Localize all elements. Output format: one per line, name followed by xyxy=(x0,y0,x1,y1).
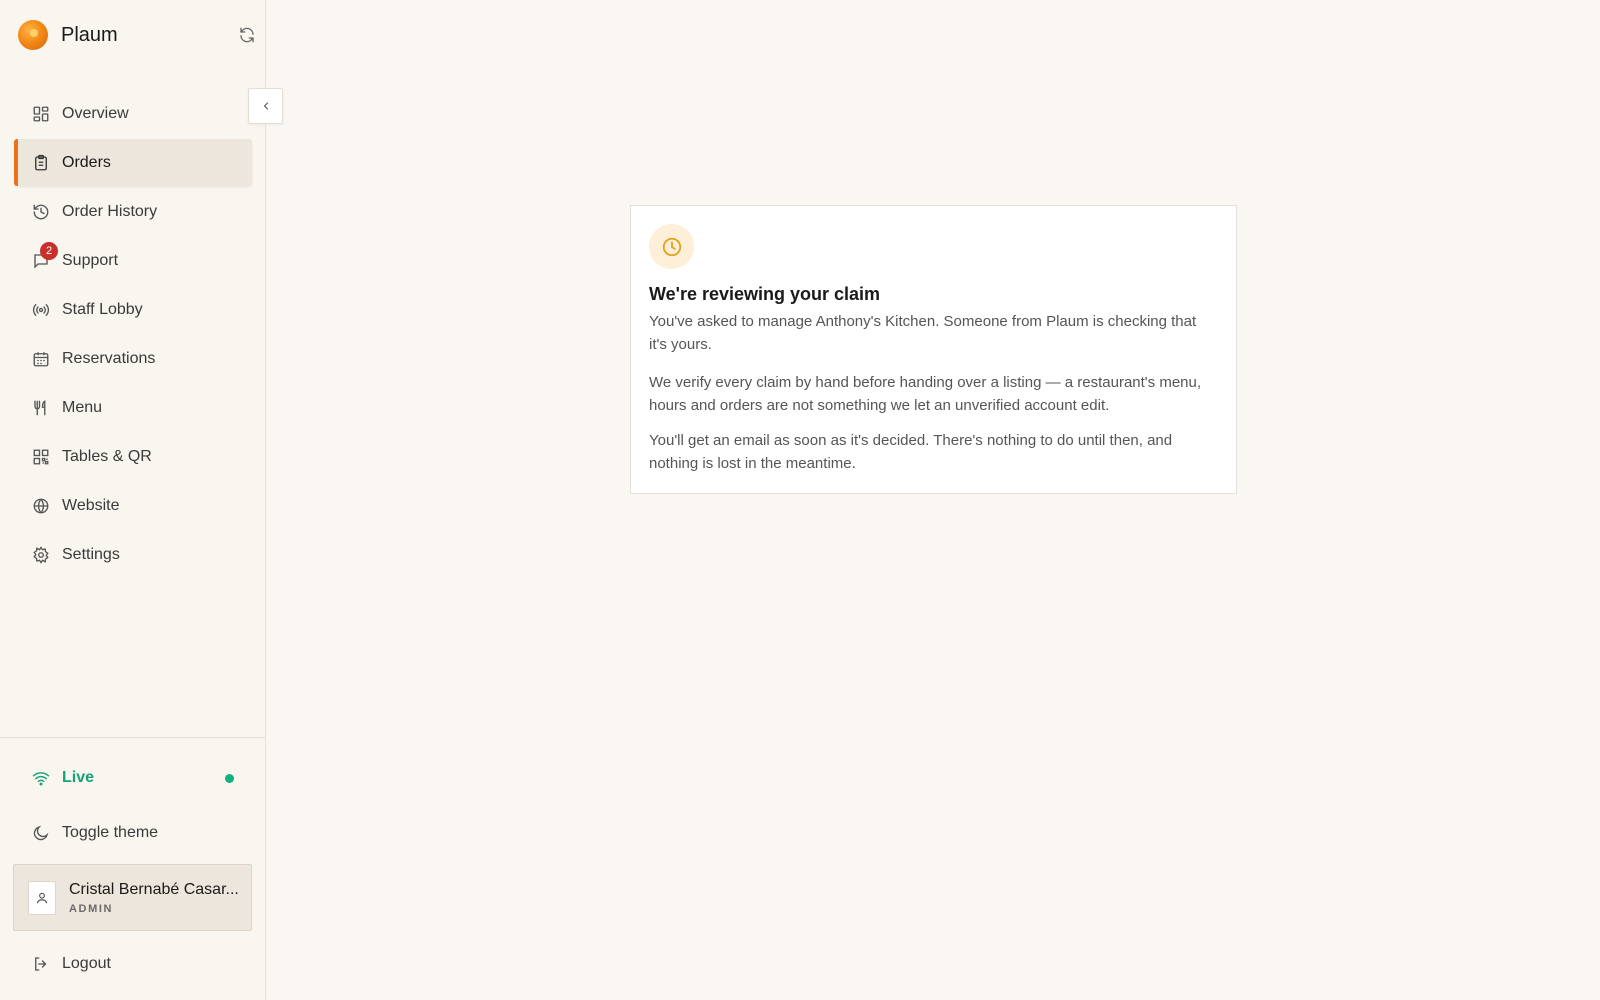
toggle-theme-label: Toggle theme xyxy=(62,824,159,841)
sidebar-nav: Overview Orders Order History 2 Support xyxy=(14,90,252,580)
utensils-icon xyxy=(32,399,50,417)
sidebar-item-label: Reservations xyxy=(62,349,156,367)
refresh-icon xyxy=(240,27,254,43)
brand-name: Plaum xyxy=(61,23,118,46)
wifi-icon xyxy=(32,769,50,787)
card-title: We're reviewing your claim xyxy=(649,284,881,304)
brand: Plaum xyxy=(18,18,265,52)
globe-icon xyxy=(32,497,50,515)
support-badge: 2 xyxy=(40,241,58,260)
card-paragraph: We verify every claim by hand before han… xyxy=(649,374,1202,414)
sidebar-item-label: Order History xyxy=(62,202,158,220)
live-status: Live xyxy=(32,766,234,790)
sidebar-item-label: Tables & QR xyxy=(62,447,152,465)
refresh-button[interactable] xyxy=(236,24,258,46)
collapse-sidebar-button[interactable] xyxy=(248,88,283,124)
sidebar-item-label: Staff Lobby xyxy=(62,300,143,318)
sidebar-item-order-history[interactable]: Order History xyxy=(14,188,252,235)
sidebar-item-label: Overview xyxy=(62,104,129,122)
logout-icon xyxy=(32,955,50,973)
toggle-theme-button[interactable]: Toggle theme xyxy=(32,821,158,845)
logout-label: Logout xyxy=(62,955,111,972)
sidebar-item-reservations[interactable]: Reservations xyxy=(14,335,252,382)
sidebar-item-website[interactable]: Website xyxy=(14,482,252,529)
chevron-left-icon xyxy=(263,102,268,110)
sidebar-item-label: Menu xyxy=(62,398,103,416)
qr-code-icon xyxy=(32,448,50,466)
sidebar-item-orders[interactable]: Orders xyxy=(14,139,252,186)
sidebar-item-settings[interactable]: Settings xyxy=(14,531,252,578)
user-role: ADMIN xyxy=(69,902,114,915)
orange-fruit-icon xyxy=(18,20,48,50)
sidebar-item-overview[interactable]: Overview xyxy=(14,90,252,137)
sidebar-item-menu[interactable]: Menu xyxy=(14,384,252,431)
clock-icon xyxy=(649,224,694,269)
gear-icon xyxy=(32,545,50,564)
user-card[interactable]: Cristal Bernabé Casar... ADMIN xyxy=(13,864,252,931)
calendar-icon xyxy=(32,350,50,368)
live-indicator-dot xyxy=(225,774,234,783)
sidebar-item-label: Settings xyxy=(62,545,120,563)
broadcast-icon xyxy=(32,301,50,319)
sidebar-item-label: Support xyxy=(62,251,119,269)
sidebar-item-label: Orders xyxy=(62,153,111,171)
sidebar-item-support[interactable]: 2 Support xyxy=(14,237,252,284)
user-icon xyxy=(36,892,48,903)
user-name: Cristal Bernabé Casar... xyxy=(69,880,239,898)
card-paragraph: You'll get an email as soon as it's deci… xyxy=(649,432,1173,472)
sidebar-footer: Live Toggle theme Cristal Bernabé Casar.… xyxy=(0,737,265,972)
history-icon xyxy=(32,203,50,221)
chat-icon: 2 xyxy=(32,241,58,270)
sidebar-item-tables-qr[interactable]: Tables & QR xyxy=(14,433,252,480)
grid-icon xyxy=(32,105,50,123)
avatar xyxy=(28,880,56,915)
card-paragraph: You've asked to manage Anthony's Kitchen… xyxy=(649,313,1197,353)
moon-icon xyxy=(32,824,50,842)
sidebar-item-staff-lobby[interactable]: Staff Lobby xyxy=(14,286,252,333)
logout-button[interactable]: Logout xyxy=(32,952,111,976)
sidebar-item-label: Website xyxy=(62,496,120,514)
claim-review-card: We're reviewing your claim You've asked … xyxy=(630,205,1237,494)
clipboard-icon xyxy=(32,154,50,172)
sidebar: Plaum Overview Orders Order History 2 Su… xyxy=(0,0,266,1000)
live-label: Live xyxy=(62,769,95,786)
